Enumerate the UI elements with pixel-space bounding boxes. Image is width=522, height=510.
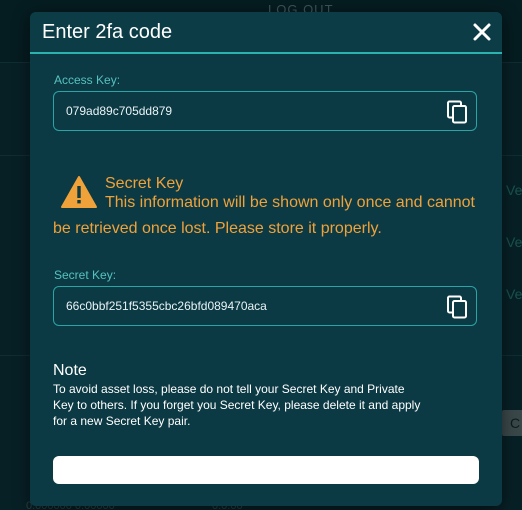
- modal-header: Enter 2fa code: [30, 12, 502, 52]
- close-icon[interactable]: [470, 20, 494, 44]
- secret-key-value: 66c0bbf251f5355cbc26bfd089470aca: [66, 299, 267, 313]
- header-divider: [30, 52, 502, 54]
- warning-text: be retrieved once lost. Please store it …: [53, 220, 382, 237]
- modal-title: Enter 2fa code: [42, 21, 173, 43]
- note-title: Note: [53, 362, 87, 379]
- warning-text: This information will be shown only once…: [105, 194, 475, 211]
- warning-triangle-icon: [60, 175, 98, 209]
- enter-2fa-modal: Enter 2fa code Access Key: 079ad89c705dd…: [30, 12, 502, 506]
- warning-title: Secret Key: [105, 175, 184, 192]
- copy-icon[interactable]: [445, 100, 469, 124]
- access-key-field[interactable]: 079ad89c705dd879: [53, 91, 477, 131]
- note-line: Key to others. If you forget you Secret …: [53, 398, 421, 412]
- note-line: To avoid asset loss, please do not tell …: [53, 382, 405, 396]
- access-key-label: Access Key:: [54, 73, 121, 87]
- secret-key-label: Secret Key:: [54, 268, 117, 282]
- access-key-value: 079ad89c705dd879: [66, 104, 173, 118]
- copy-icon[interactable]: [445, 295, 469, 319]
- secret-key-field[interactable]: 66c0bbf251f5355cbc26bfd089470aca: [53, 286, 477, 326]
- note-line: for a new Secret Key pair.: [53, 414, 191, 428]
- confirm-button[interactable]: [53, 456, 479, 484]
- note-text: To avoid asset loss, please do not tell …: [53, 381, 463, 429]
